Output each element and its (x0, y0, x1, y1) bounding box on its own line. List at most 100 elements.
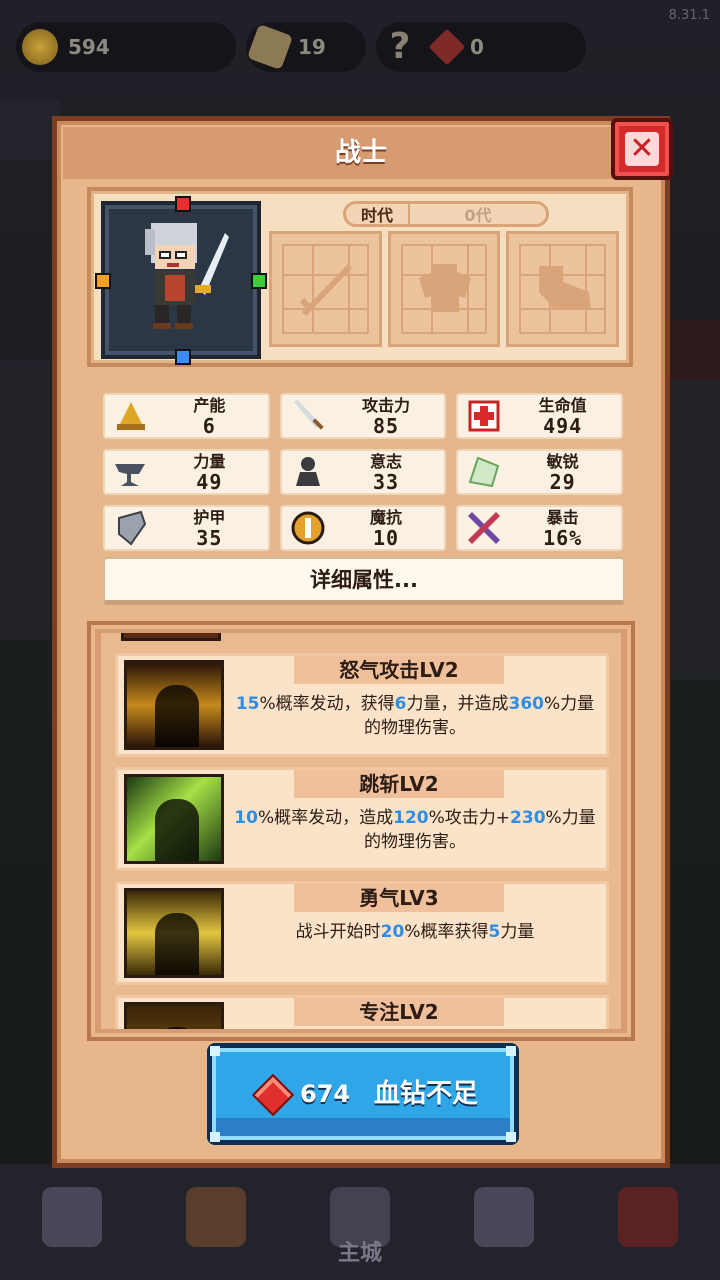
stat-sword[interactable]: 攻击力 85 (279, 393, 447, 439)
nav-icon (474, 1187, 534, 1247)
stat-name: 力量 (193, 452, 226, 471)
stat-production[interactable]: 产能 6 (103, 393, 270, 439)
skill-card[interactable]: 勇气LV3 战斗开始时20%概率获得5力量 (115, 881, 609, 985)
focus-icon (124, 1002, 224, 1029)
weapon-silhouette-icon (299, 264, 352, 316)
nav-item-2[interactable] (171, 1177, 261, 1267)
stat-magic-resist[interactable]: 魔抗 10 (279, 505, 447, 551)
skill-title: 专注LV2 (294, 998, 504, 1026)
skill-description: 战斗开始时20%概率获得5力量 (230, 920, 600, 944)
stat-bust[interactable]: 意志 33 (279, 449, 447, 495)
marker-dot-bottom (175, 349, 191, 365)
stat-text: 攻击力 85 (328, 396, 445, 436)
food-value: 19 (298, 35, 326, 59)
skill-description: 15%概率发动，获得6力量，并造成360%力量的物理伤害。 (230, 692, 600, 740)
stat-name: 产能 (193, 396, 226, 415)
resource-bar: 594 19 ? 0 (16, 18, 704, 76)
stat-value: 494 (543, 414, 583, 438)
gem-counter[interactable]: ? 0 (376, 22, 586, 72)
era-indicator: 时代 0代 (343, 201, 549, 227)
stat-text: 魔抗 10 (328, 508, 445, 548)
hero-panel: 时代 0代 (87, 187, 633, 367)
stat-value: 10 (372, 526, 400, 550)
stat-value: 16% (543, 526, 583, 550)
nav-item-5[interactable] (603, 1177, 693, 1267)
coin-value: 594 (68, 35, 110, 59)
coin-icon (22, 29, 58, 65)
stat-health-cross[interactable]: 生命值 494 (456, 393, 623, 439)
stat-wing[interactable]: 敏锐 29 (456, 449, 623, 495)
skill-desc-part: 5 (488, 922, 501, 942)
wing-icon (464, 452, 504, 492)
bottom-nav: 主城 (0, 1164, 720, 1280)
question-icon: ? (389, 26, 411, 67)
skill-desc-part: %概率获得 (404, 922, 489, 942)
buy-cost: 674 (300, 1080, 351, 1108)
skill-card[interactable]: 跳斩LV2 10%概率发动，造成120%攻击力+230%力量的物理伤害。 (115, 767, 609, 871)
nav-item-1[interactable] (27, 1177, 117, 1267)
skill-card[interactable]: 专注LV2 (115, 995, 609, 1029)
skill-desc-part: 120 (393, 808, 429, 828)
coin-counter[interactable]: 594 (16, 22, 236, 72)
stat-crit-swords[interactable]: 暴击 16% (456, 505, 623, 551)
nav-label-main-city: 主城 (337, 1241, 382, 1266)
stat-text: 产能 6 (151, 396, 268, 436)
marker-dot-left (95, 273, 111, 289)
detail-attributes-button[interactable]: 详细属性... (103, 557, 625, 605)
stat-value: 29 (549, 470, 576, 494)
sword-icon (288, 396, 328, 436)
stat-name: 魔抗 (369, 508, 402, 527)
skill-desc-part: 360 (508, 694, 545, 714)
stat-text: 生命值 494 (504, 396, 621, 436)
armor-slot[interactable] (387, 231, 501, 347)
blood-gem-icon (251, 1073, 295, 1117)
skills-list[interactable]: 怒气攻击LV2 15%概率发动，获得6力量，并造成360%力量的物理伤害。跳斩LV… (101, 633, 621, 1029)
skill-desc-part: 力量，并造成 (406, 694, 509, 714)
hero-portrait[interactable] (95, 196, 267, 365)
magic-resist-icon (288, 508, 328, 548)
stat-name: 敏锐 (546, 452, 579, 471)
stat-value: 49 (196, 470, 223, 494)
buy-label: 血钻不足 (374, 1079, 479, 1109)
stat-shield[interactable]: 护甲 35 (103, 505, 270, 551)
stat-name: 意志 (369, 452, 402, 471)
skill-desc-part: 15 (235, 694, 260, 714)
nav-icon (186, 1187, 246, 1247)
stat-value: 85 (372, 414, 400, 438)
skill-desc-part: %概率发动，造成 (257, 808, 394, 828)
nav-icon (618, 1187, 678, 1247)
close-button[interactable]: ✕ (611, 118, 673, 180)
skill-desc-part: 20 (380, 922, 405, 942)
boots-slot[interactable] (506, 231, 620, 347)
skill-card[interactable]: 怒气攻击LV2 15%概率发动，获得6力量，并造成360%力量的物理伤害。 (115, 653, 609, 757)
anvil-icon (111, 452, 151, 492)
skill-title: 跳斩LV2 (294, 770, 504, 798)
bust-icon (288, 452, 328, 492)
armor-silhouette-icon (418, 264, 471, 312)
gem-value: 0 (470, 35, 484, 59)
stat-text: 意志 33 (328, 452, 445, 492)
close-x-icon: ✕ (625, 132, 659, 166)
skill-desc-part: %攻击力+ (428, 808, 511, 828)
skill-title: 怒气攻击LV2 (294, 656, 504, 684)
rage-attack-icon (124, 660, 224, 750)
nav-icon (42, 1187, 102, 1247)
nav-item-main-city[interactable]: 主城 (315, 1177, 405, 1267)
stat-anvil[interactable]: 力量 49 (103, 449, 270, 495)
skill-desc-part: 230 (510, 808, 546, 828)
buy-button[interactable]: 674 血钻不足 (207, 1043, 519, 1145)
nav-item-4[interactable] (459, 1177, 549, 1267)
skill-desc-part: 力量 (500, 922, 535, 942)
weapon-slot[interactable] (269, 231, 382, 347)
hero-detail-dialog: 战士 ✕ 时代 0代 产能 6 攻击力 85 生命值 494 力量 49 意志 … (52, 116, 673, 1168)
food-counter[interactable]: 19 (246, 22, 366, 72)
skills-list-frame: 怒气攻击LV2 15%概率发动，获得6力量，并造成360%力量的物理伤害。跳斩LV… (87, 621, 635, 1041)
equipment-slots (269, 231, 620, 347)
stat-text: 护甲 35 (151, 508, 268, 548)
production-icon (111, 396, 151, 436)
shield-icon (111, 508, 151, 548)
dialog-title: 战士 (63, 127, 659, 179)
stat-name: 攻击力 (361, 396, 410, 415)
era-label: 时代 (346, 202, 410, 226)
stat-text: 敏锐 29 (504, 452, 621, 492)
